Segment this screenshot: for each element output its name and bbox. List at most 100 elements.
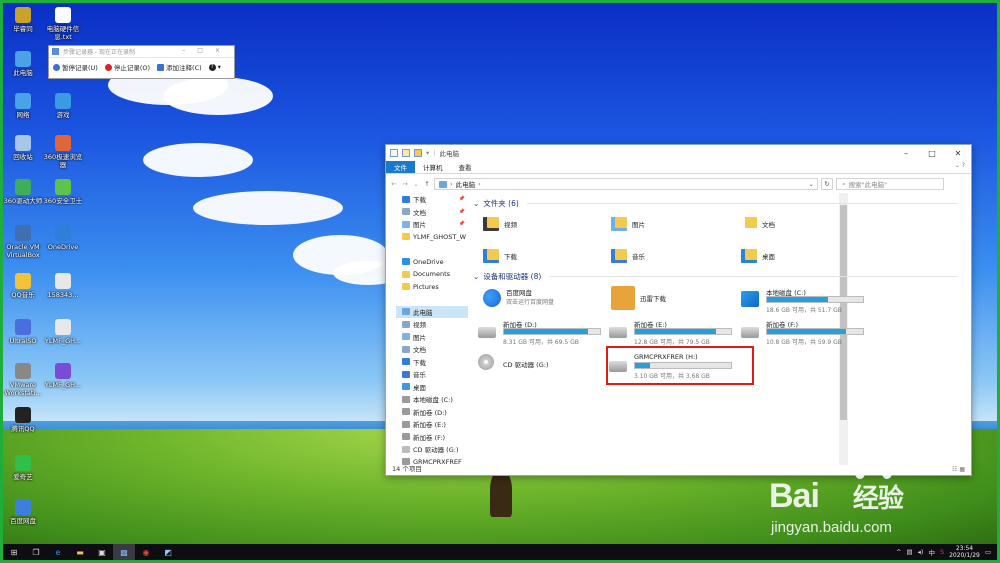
nav-item[interactable]: 下载 📌 (396, 193, 468, 206)
stop-record-button[interactable]: 停止记录(O) (103, 62, 152, 72)
folder-item[interactable]: 下载 (483, 249, 517, 263)
folder-item[interactable]: 文档 (741, 217, 775, 231)
back-button[interactable]: ← (390, 180, 398, 188)
close-button[interactable]: ✕ (945, 145, 971, 161)
desktop-icon[interactable]: 毕睿同 (3, 7, 43, 33)
forward-button[interactable]: → (401, 180, 409, 188)
nav-item[interactable]: 新加卷 (E:) (396, 418, 468, 431)
nav-item[interactable]: OneDrive (396, 256, 468, 269)
new-folder-icon[interactable] (414, 149, 422, 157)
add-comment-button[interactable]: 添加注释(C) (155, 62, 204, 72)
start-button[interactable]: ⊞ (3, 544, 25, 560)
nav-item[interactable]: 新加卷 (D:) (396, 406, 468, 419)
steps-recorder-task-icon[interactable]: ▩ (113, 544, 135, 560)
store-icon[interactable]: ▣ (91, 544, 113, 560)
tab-file[interactable]: 文件 (386, 161, 415, 173)
recorder-window-controls[interactable]: –□× (182, 47, 232, 54)
up-button[interactable]: ↑ (423, 180, 431, 188)
explorer-titlebar[interactable]: ▾ | 此电脑 – □ ✕ (386, 145, 971, 161)
nav-item[interactable]: 此电脑 (396, 305, 468, 318)
baidu-netdisk-item[interactable]: 百度网盘 双击运行百度网盘 (483, 289, 554, 307)
nav-item[interactable]: 文档 📌 (396, 206, 468, 219)
address-bar[interactable]: › 此电脑 › ⌄ (434, 178, 818, 190)
address-dropdown-icon[interactable]: ⌄ (809, 180, 814, 188)
desktop-icon[interactable]: YLMF_GH... (43, 319, 83, 345)
desktop-icon[interactable]: 158343... (43, 273, 83, 299)
quick-access-dropdown-icon[interactable]: ▾ (426, 149, 429, 157)
folders-section-header[interactable]: ⌄ 文件夹 (6) (473, 197, 963, 210)
folder-item[interactable]: 图片 (611, 217, 645, 231)
nav-item[interactable]: 下载 (396, 356, 468, 369)
collapse-chevron-icon[interactable]: ⌄ (473, 272, 479, 281)
tray-expand-icon[interactable]: ^ (896, 548, 901, 556)
xunlei-download-item[interactable]: 迅雷下载 (611, 286, 666, 310)
refresh-button[interactable]: ↻ (821, 178, 833, 190)
notification-icon[interactable]: ▭ (985, 548, 991, 556)
desktop-icon[interactable]: 腾讯QQ (3, 407, 43, 433)
desktop-icon[interactable]: QQ音乐 (3, 273, 43, 299)
help-dropdown-icon[interactable]: ▾ (218, 63, 221, 71)
nav-item[interactable]: Pictures (396, 281, 468, 294)
browser-360-icon[interactable]: ◉ (135, 544, 157, 560)
desktop-icon[interactable]: OneDrive (43, 225, 83, 251)
desktop-icon[interactable]: 360极速浏览器 (43, 135, 83, 169)
nav-item[interactable]: 图片 📌 (396, 218, 468, 231)
steps-recorder-window[interactable]: 步骤记录器 - 现在正在录制 –□× 暂停记录(U) 停止记录(O) 添加注释(… (48, 45, 235, 79)
desktop-icon[interactable]: 此电脑 (3, 51, 43, 77)
ribbon-expand-icon[interactable]: ⌄ ? (955, 162, 965, 169)
nav-item[interactable]: Documents (396, 268, 468, 281)
properties-icon[interactable] (402, 149, 410, 157)
breadcrumb-this-pc[interactable]: 此电脑 (456, 179, 476, 189)
collapse-chevron-icon[interactable]: ⌄ (473, 199, 479, 208)
drive-e[interactable]: 新加卷 (E:) 12.8 GB 可用，共 79.5 GB (609, 317, 739, 347)
file-explorer-window[interactable]: ▾ | 此电脑 – □ ✕ 文件 计算机 查看 ⌄ ? ← → ⌄ ↑ › 此电… (385, 144, 972, 476)
desktop-icon[interactable]: 电脑硬件信息.txt (43, 7, 83, 41)
desktop-icon[interactable]: 360驱动大师 (3, 179, 43, 205)
ime-icon[interactable]: 中 (928, 547, 935, 557)
nav-item[interactable]: YLMF_GHOST_W (396, 231, 468, 244)
recent-dropdown[interactable]: ⌄ (412, 180, 420, 188)
nav-item[interactable]: 视频 (396, 318, 468, 331)
maximize-button[interactable]: □ (919, 145, 945, 161)
desktop-icon[interactable]: 爱奇艺 (3, 455, 43, 481)
recorder-titlebar[interactable]: 步骤记录器 - 现在正在录制 –□× (49, 46, 234, 57)
folder-item[interactable]: 桌面 (741, 249, 775, 263)
desktop-icon[interactable]: YLMF_GH... (43, 363, 83, 389)
network-icon[interactable]: ▤ (906, 548, 912, 556)
file-explorer-icon[interactable]: ▬ (69, 544, 91, 560)
tab-view[interactable]: 查看 (451, 161, 480, 173)
desktop-icon[interactable]: 百度网盘 (3, 499, 43, 525)
nav-item[interactable]: 音乐 (396, 368, 468, 381)
drive-f[interactable]: 新加卷 (F:) 10.8 GB 可用，共 59.9 GB (741, 317, 871, 347)
desktop-icon[interactable]: VMware Workstati... (3, 363, 43, 397)
help-button[interactable]: ? ▾ (207, 63, 223, 71)
desktop-icon[interactable]: 360安全卫士 (43, 179, 83, 205)
desktop-icon[interactable]: UltraISO (3, 319, 43, 345)
breadcrumb-chevron-icon[interactable]: › (450, 180, 453, 188)
desktop-icon[interactable]: 网络 (3, 93, 43, 119)
clock[interactable]: 23:54 2020/1/29 (949, 545, 980, 559)
search-box[interactable]: ⌕ 搜索"此电脑" (836, 178, 944, 190)
sogou-icon[interactable]: S (940, 548, 944, 556)
drive-c[interactable]: 本地磁盘 (C:) 18.6 GB 可用，共 51.7 GB (741, 285, 871, 315)
nav-item[interactable]: 文档 (396, 343, 468, 356)
task-view-icon[interactable]: ❐ (25, 544, 47, 560)
desktop-icon[interactable]: 游戏 (43, 93, 83, 119)
tab-computer[interactable]: 计算机 (415, 161, 451, 173)
breadcrumb-chevron-icon[interactable]: › (478, 180, 481, 188)
explorer-task-icon[interactable]: ◩ (157, 544, 179, 560)
drive-d[interactable]: 新加卷 (D:) 8.31 GB 可用，共 69.5 GB (478, 317, 608, 347)
nav-item[interactable]: 图片 (396, 331, 468, 344)
volume-icon[interactable]: ◂) (918, 548, 924, 556)
folder-item[interactable]: 视频 (483, 217, 517, 231)
desktop-icon[interactable]: Oracle VM VirtualBox (3, 225, 43, 259)
nav-item[interactable]: 新加卷 (F:) (396, 431, 468, 444)
devices-section-header[interactable]: ⌄ 设备和驱动器 (8) (473, 270, 963, 283)
nav-item[interactable]: CD 驱动器 (G:) (396, 443, 468, 456)
desktop-icon[interactable]: 回收站 (3, 135, 43, 161)
edge-icon[interactable]: e (47, 544, 69, 560)
folder-item[interactable]: 音乐 (611, 249, 645, 263)
drive-g-cd[interactable]: CD 驱动器 (G:) (478, 351, 608, 381)
minimize-button[interactable]: – (893, 145, 919, 161)
pause-record-button[interactable]: 暂停记录(U) (51, 62, 100, 72)
